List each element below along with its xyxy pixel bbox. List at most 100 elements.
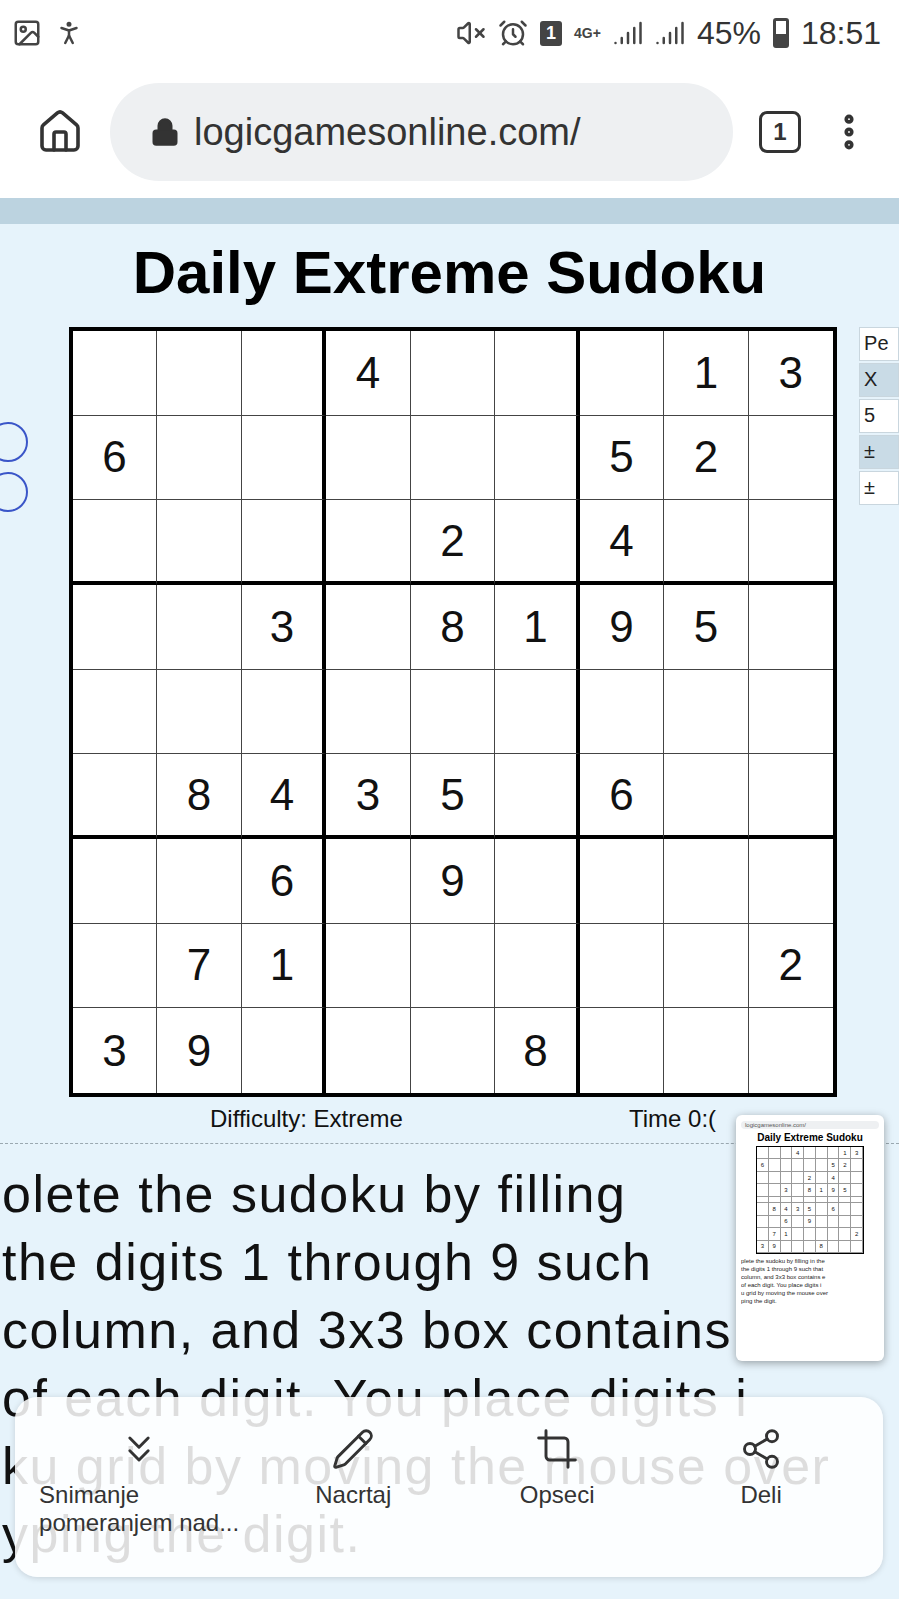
toolbar-button[interactable]: Opseci [455,1427,659,1577]
sudoku-cell[interactable] [411,416,495,501]
sudoku-cell[interactable] [664,924,748,1009]
sudoku-cell[interactable] [495,839,579,924]
sudoku-cell[interactable] [495,754,579,839]
sudoku-cell[interactable]: 2 [664,416,748,501]
sudoku-cell[interactable] [157,416,241,501]
sudoku-cell[interactable] [326,416,410,501]
sudoku-cell[interactable] [580,670,664,755]
sudoku-cell[interactable] [157,331,241,416]
home-icon[interactable] [36,108,84,156]
sudoku-cell[interactable]: 6 [242,839,326,924]
sudoku-cell[interactable] [580,924,664,1009]
sudoku-cell[interactable]: 1 [242,924,326,1009]
sudoku-cell[interactable] [326,839,410,924]
sudoku-cell[interactable]: 4 [326,331,410,416]
screenshot-preview[interactable]: logicgamesonline.com/Daily Extreme Sudok… [736,1115,884,1361]
sudoku-cell[interactable]: 8 [157,754,241,839]
sudoku-cell[interactable] [580,1008,664,1093]
sudoku-cell[interactable]: 6 [73,416,157,501]
toolbar-button[interactable]: Snimanjepomeranjem nad... [27,1427,251,1577]
sudoku-cell[interactable] [664,754,748,839]
sudoku-cell[interactable] [326,924,410,1009]
sudoku-cell[interactable] [411,331,495,416]
sudoku-cell[interactable]: 6 [580,754,664,839]
sudoku-cell[interactable] [73,754,157,839]
sudoku-cell[interactable] [664,1008,748,1093]
sudoku-cell[interactable] [73,670,157,755]
sudoku-cell[interactable]: 4 [242,754,326,839]
sudoku-cell[interactable]: 3 [73,1008,157,1093]
sudoku-cell[interactable] [580,839,664,924]
sudoku-cell[interactable]: 9 [580,585,664,670]
preview-text: plete the sudoku by filling in thethe di… [741,1257,879,1305]
sudoku-cell[interactable] [749,754,833,839]
sudoku-cell[interactable] [749,1008,833,1093]
address-bar[interactable]: logicgamesonline.com/ [110,83,733,181]
sudoku-cell[interactable] [73,585,157,670]
sudoku-cell[interactable] [495,416,579,501]
sudoku-cell[interactable] [749,500,833,585]
status-right: 14G+45%18:51 [456,15,881,52]
sudoku-cell[interactable] [157,500,241,585]
sudoku-cell[interactable] [326,500,410,585]
sudoku-cell[interactable]: 7 [157,924,241,1009]
sudoku-cell[interactable] [242,1008,326,1093]
sudoku-cell[interactable] [749,839,833,924]
sudoku-cell[interactable] [326,670,410,755]
sudoku-cell[interactable] [495,500,579,585]
sudoku-cell[interactable] [749,670,833,755]
sudoku-cell[interactable]: 1 [664,331,748,416]
sudoku-cell[interactable] [411,924,495,1009]
sudoku-cell[interactable]: 5 [580,416,664,501]
sudoku-board: 41365224381958435669712398 [69,327,837,1097]
sudoku-cell[interactable] [242,331,326,416]
sudoku-cell[interactable] [495,331,579,416]
sudoku-cell[interactable] [664,670,748,755]
toolbar-button[interactable]: Nacrtaj [251,1427,455,1577]
sudoku-cell[interactable]: 8 [411,585,495,670]
sudoku-cell[interactable]: 2 [749,924,833,1009]
sudoku-cell[interactable]: 1 [495,585,579,670]
radio-button[interactable] [0,422,28,462]
sudoku-cell[interactable] [73,839,157,924]
sudoku-cell[interactable] [242,670,326,755]
sudoku-cell[interactable]: 2 [411,500,495,585]
sudoku-cell[interactable] [326,1008,410,1093]
sudoku-cell[interactable] [749,416,833,501]
sudoku-cell[interactable] [495,924,579,1009]
sudoku-cell[interactable] [73,331,157,416]
sudoku-cell[interactable] [664,839,748,924]
tab-count-button[interactable]: 1 [759,111,801,153]
sudoku-cell[interactable] [157,670,241,755]
sudoku-cell[interactable] [664,500,748,585]
sudoku-cell[interactable] [73,500,157,585]
sudoku-cell[interactable]: 3 [242,585,326,670]
sudoku-cell[interactable] [495,670,579,755]
sudoku-cell[interactable]: 9 [411,839,495,924]
sudoku-cell[interactable]: 3 [749,331,833,416]
sudoku-cell[interactable] [580,331,664,416]
sudoku-cell[interactable]: 9 [157,1008,241,1093]
preview-cell [816,1159,828,1171]
toolbar-button[interactable]: Deli [659,1427,863,1577]
sudoku-cell[interactable]: 3 [326,754,410,839]
sudoku-cell[interactable] [242,416,326,501]
sudoku-cell[interactable] [326,585,410,670]
pencil-icon [331,1427,375,1471]
sudoku-cell[interactable]: 5 [411,754,495,839]
sudoku-cell[interactable]: 8 [495,1008,579,1093]
sudoku-cell[interactable] [242,500,326,585]
preview-cell [851,1184,863,1196]
sudoku-cell[interactable] [411,1008,495,1093]
sudoku-cell[interactable] [73,924,157,1009]
preview-line: u grid by moving the mouse over [741,1289,879,1297]
menu-icon[interactable] [827,110,871,154]
preview-cell [792,1216,804,1228]
sudoku-cell[interactable] [411,670,495,755]
sudoku-cell[interactable]: 4 [580,500,664,585]
radio-button[interactable] [0,472,28,512]
sudoku-cell[interactable] [157,585,241,670]
sudoku-cell[interactable] [157,839,241,924]
sudoku-cell[interactable] [749,585,833,670]
sudoku-cell[interactable]: 5 [664,585,748,670]
